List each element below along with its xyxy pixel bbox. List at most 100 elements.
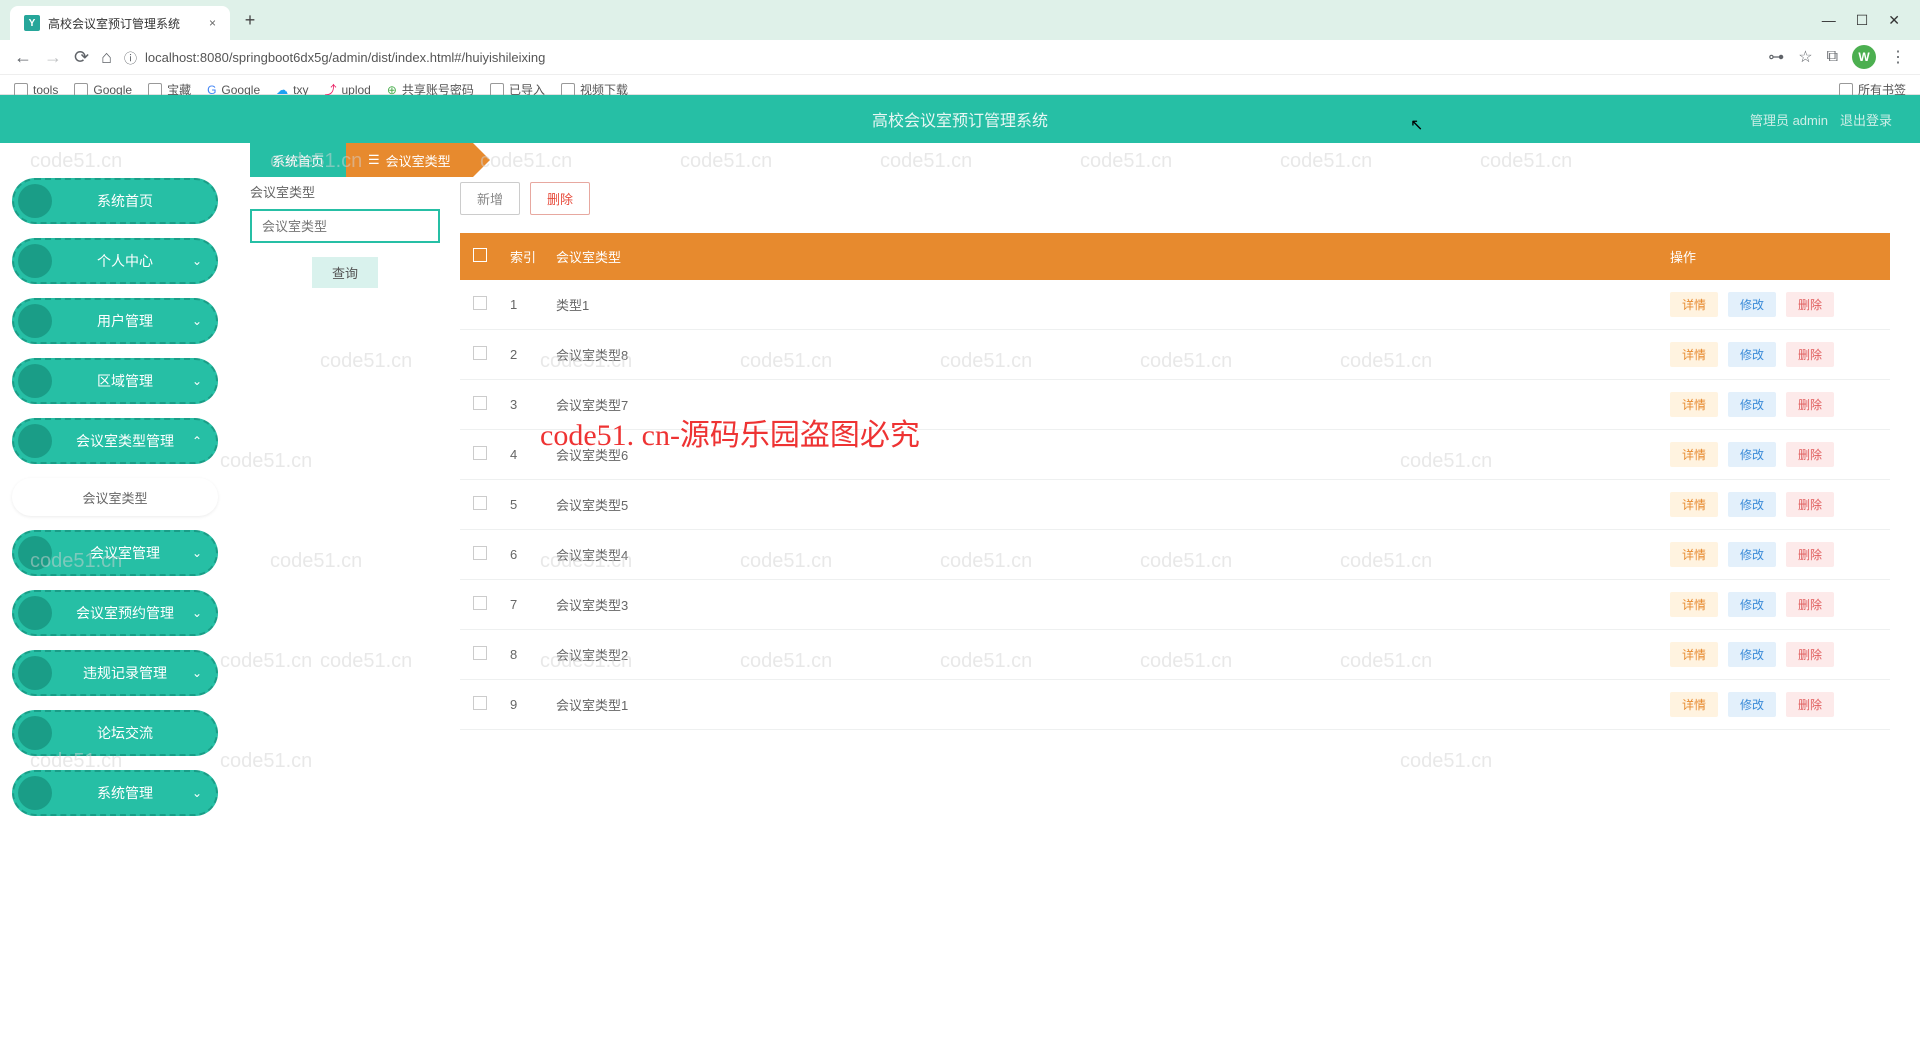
sidebar-item-booking[interactable]: 会议室预约管理⌄ bbox=[12, 590, 218, 636]
minimize-icon[interactable]: — bbox=[1822, 12, 1836, 29]
header-checkbox[interactable] bbox=[460, 233, 500, 280]
edit-button[interactable]: 修改 bbox=[1728, 292, 1776, 317]
browser-chrome: Y 高校会议室预订管理系统 × + — ☐ ✕ ← → ⟳ ⌂ ⓘ localh… bbox=[0, 0, 1920, 95]
edit-button[interactable]: 修改 bbox=[1728, 392, 1776, 417]
table-row: 9会议室类型1详情修改删除 bbox=[460, 680, 1890, 730]
row-delete-button[interactable]: 删除 bbox=[1786, 592, 1834, 617]
cell-name: 会议室类型2 bbox=[546, 630, 1660, 680]
logout-link[interactable]: 退出登录 bbox=[1840, 110, 1892, 129]
sidebar-item-room[interactable]: 会议室管理⌄ bbox=[12, 530, 218, 576]
back-icon[interactable]: ← bbox=[14, 47, 32, 68]
detail-button[interactable]: 详情 bbox=[1670, 542, 1718, 567]
edit-button[interactable]: 修改 bbox=[1728, 642, 1776, 667]
close-window-icon[interactable]: ✕ bbox=[1888, 12, 1900, 29]
row-checkbox[interactable] bbox=[473, 696, 487, 710]
menu-icon[interactable]: ⋮ bbox=[1890, 47, 1906, 67]
delete-button[interactable]: 删除 bbox=[530, 182, 590, 215]
row-checkbox[interactable] bbox=[473, 496, 487, 510]
header-index: 索引 bbox=[500, 233, 546, 280]
row-checkbox[interactable] bbox=[473, 446, 487, 460]
site-info-icon[interactable]: ⓘ bbox=[124, 48, 137, 67]
menu-dot-icon bbox=[18, 716, 52, 750]
detail-button[interactable]: 详情 bbox=[1670, 392, 1718, 417]
edit-button[interactable]: 修改 bbox=[1728, 692, 1776, 717]
search-input[interactable] bbox=[250, 209, 440, 243]
detail-button[interactable]: 详情 bbox=[1670, 592, 1718, 617]
cell-name: 会议室类型3 bbox=[546, 580, 1660, 630]
cell-index: 3 bbox=[500, 380, 546, 430]
edit-button[interactable]: 修改 bbox=[1728, 492, 1776, 517]
edit-button[interactable]: 修改 bbox=[1728, 542, 1776, 567]
row-checkbox[interactable] bbox=[473, 296, 487, 310]
edit-button[interactable]: 修改 bbox=[1728, 592, 1776, 617]
row-delete-button[interactable]: 删除 bbox=[1786, 542, 1834, 567]
sidebar-item-system[interactable]: 系统管理⌄ bbox=[12, 770, 218, 816]
search-button[interactable]: 查询 bbox=[312, 257, 378, 288]
row-delete-button[interactable]: 删除 bbox=[1786, 342, 1834, 367]
url-input[interactable]: ⓘ localhost:8080/springboot6dx5g/admin/d… bbox=[124, 48, 1756, 67]
row-delete-button[interactable]: 删除 bbox=[1786, 442, 1834, 467]
detail-button[interactable]: 详情 bbox=[1670, 692, 1718, 717]
menu-dot-icon bbox=[18, 244, 52, 278]
content-area: 新增 删除 索引 会议室类型 操作 1类型1详情修改删除2会议室类型8详情修改删… bbox=[460, 182, 1890, 730]
sidebar-item-users[interactable]: 用户管理⌄ bbox=[12, 298, 218, 344]
detail-button[interactable]: 详情 bbox=[1670, 342, 1718, 367]
row-delete-button[interactable]: 删除 bbox=[1786, 492, 1834, 517]
sidebar-item-home[interactable]: 系统首页 bbox=[12, 178, 218, 224]
addr-icons: ⊶ ☆ ⧉ W ⋮ bbox=[1768, 45, 1906, 69]
row-delete-button[interactable]: 删除 bbox=[1786, 642, 1834, 667]
star-icon[interactable]: ☆ bbox=[1798, 47, 1812, 67]
menu-dot-icon bbox=[18, 596, 52, 630]
row-checkbox[interactable] bbox=[473, 646, 487, 660]
edit-button[interactable]: 修改 bbox=[1728, 342, 1776, 367]
cell-index: 9 bbox=[500, 680, 546, 730]
detail-button[interactable]: 详情 bbox=[1670, 292, 1718, 317]
sidebar-item-forum[interactable]: 论坛交流 bbox=[12, 710, 218, 756]
add-button[interactable]: 新增 bbox=[460, 182, 520, 215]
row-checkbox[interactable] bbox=[473, 596, 487, 610]
cell-index: 6 bbox=[500, 530, 546, 580]
row-delete-button[interactable]: 删除 bbox=[1786, 292, 1834, 317]
edit-button[interactable]: 修改 bbox=[1728, 442, 1776, 467]
detail-button[interactable]: 详情 bbox=[1670, 642, 1718, 667]
menu-dot-icon bbox=[18, 304, 52, 338]
home-icon[interactable]: ⌂ bbox=[101, 47, 112, 68]
chevron-down-icon: ⌄ bbox=[192, 374, 202, 388]
extension-icon[interactable]: ⧉ bbox=[1827, 48, 1838, 66]
detail-button[interactable]: 详情 bbox=[1670, 442, 1718, 467]
key-icon[interactable]: ⊶ bbox=[1768, 47, 1784, 67]
row-checkbox[interactable] bbox=[473, 346, 487, 360]
maximize-icon[interactable]: ☐ bbox=[1856, 12, 1869, 29]
breadcrumb: 系统首页 ☰ 会议室类型 bbox=[250, 143, 1920, 177]
admin-label[interactable]: 管理员 admin bbox=[1750, 110, 1828, 129]
row-delete-button[interactable]: 删除 bbox=[1786, 392, 1834, 417]
menu-dot-icon bbox=[18, 364, 52, 398]
search-label: 会议室类型 bbox=[250, 182, 440, 201]
crumb-home[interactable]: 系统首页 bbox=[250, 143, 346, 177]
header-type: 会议室类型 bbox=[546, 233, 1660, 280]
sidebar-item-profile[interactable]: 个人中心⌄ bbox=[12, 238, 218, 284]
profile-avatar[interactable]: W bbox=[1852, 45, 1876, 69]
sidebar-item-roomtype[interactable]: 会议室类型管理⌃ bbox=[12, 418, 218, 464]
table-row: 7会议室类型3详情修改删除 bbox=[460, 580, 1890, 630]
sidebar-subitem-roomtype[interactable]: 会议室类型 bbox=[12, 478, 218, 516]
row-checkbox[interactable] bbox=[473, 396, 487, 410]
row-checkbox[interactable] bbox=[473, 546, 487, 560]
reload-icon[interactable]: ⟳ bbox=[74, 47, 89, 68]
row-delete-button[interactable]: 删除 bbox=[1786, 692, 1834, 717]
url-text: localhost:8080/springboot6dx5g/admin/dis… bbox=[145, 50, 545, 65]
app-header: 高校会议室预订管理系统 管理员 admin 退出登录 bbox=[0, 95, 1920, 143]
close-tab-icon[interactable]: × bbox=[209, 16, 216, 30]
new-tab-button[interactable]: + bbox=[236, 6, 264, 34]
browser-tab[interactable]: Y 高校会议室预订管理系统 × bbox=[10, 6, 230, 40]
window-controls: — ☐ ✕ bbox=[1822, 12, 1920, 29]
toolbar: 新增 删除 bbox=[460, 182, 1890, 215]
table-row: 2会议室类型8详情修改删除 bbox=[460, 330, 1890, 380]
table-row: 1类型1详情修改删除 bbox=[460, 280, 1890, 330]
sidebar-item-area[interactable]: 区域管理⌄ bbox=[12, 358, 218, 404]
detail-button[interactable]: 详情 bbox=[1670, 492, 1718, 517]
sidebar-item-violation[interactable]: 违规记录管理⌄ bbox=[12, 650, 218, 696]
chevron-down-icon: ⌄ bbox=[192, 606, 202, 620]
crumb-current[interactable]: ☰ 会议室类型 bbox=[346, 143, 473, 177]
cell-index: 4 bbox=[500, 430, 546, 480]
